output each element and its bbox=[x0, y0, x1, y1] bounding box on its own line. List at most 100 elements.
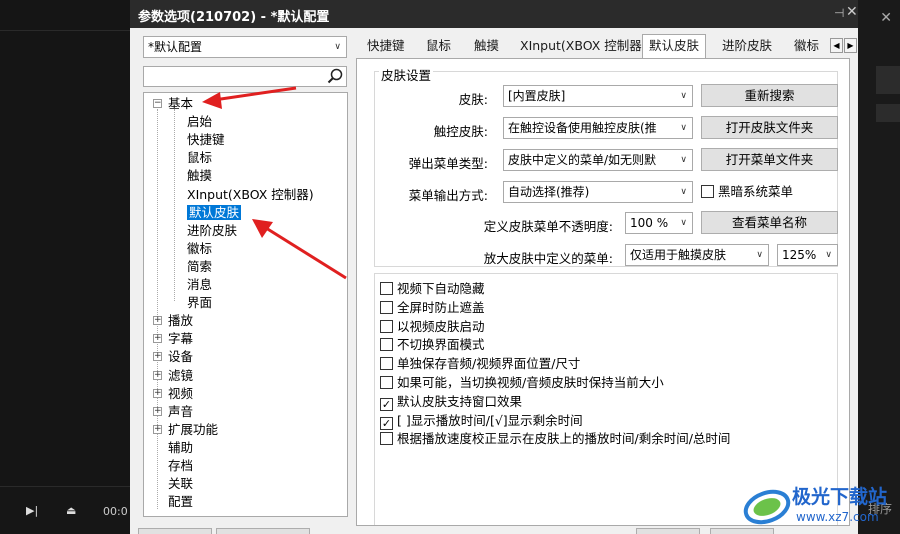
option-checkbox[interactable]: 单独保存音频/视频界面位置/尺寸 bbox=[380, 355, 580, 373]
opacity-select[interactable]: 100 % ∨ bbox=[625, 212, 693, 234]
tree-item[interactable]: 默认皮肤 bbox=[187, 204, 242, 222]
dialog-titlebar[interactable]: 参数选项(210702) - *默认配置 ⊣ ✕ bbox=[130, 0, 858, 28]
opacity-label: 定义皮肤菜单不透明度: bbox=[483, 219, 613, 234]
option-label: 如果可能，当切换视频/音频皮肤时保持当前大小 bbox=[397, 375, 664, 390]
player-right-panel: ✕ bbox=[858, 0, 900, 534]
profile-select[interactable]: *默认配置 ∨ bbox=[143, 36, 347, 58]
tree-item[interactable]: + 视频 bbox=[153, 385, 193, 403]
checkbox-checked-icon[interactable]: ✓ bbox=[380, 397, 393, 411]
tree-item[interactable]: 快捷键 bbox=[187, 131, 225, 149]
tab-xinput[interactable]: XInput(XBOX 控制器) bbox=[520, 36, 647, 58]
tree-item[interactable]: 界面 bbox=[187, 294, 212, 312]
checkbox-box[interactable] bbox=[380, 282, 393, 295]
research-button[interactable]: 重新搜索 bbox=[701, 84, 838, 107]
eject-icon[interactable]: ⏏ bbox=[66, 504, 76, 517]
tree-item-label: 声音 bbox=[168, 403, 194, 419]
option-checkbox[interactable]: 以视频皮肤启动 bbox=[380, 318, 485, 336]
tree-item[interactable]: 关联 bbox=[168, 475, 193, 493]
view-menu-name-button[interactable]: 查看菜单名称 bbox=[701, 211, 838, 234]
expand-icon[interactable]: + bbox=[153, 370, 162, 380]
search-input[interactable] bbox=[143, 66, 347, 87]
option-checkbox[interactable]: 不切换界面模式 bbox=[380, 336, 485, 354]
bottom-left-button-2[interactable] bbox=[216, 528, 310, 534]
dark-menu-checkbox[interactable]: 黑暗系统菜单 bbox=[701, 183, 793, 201]
tree-item[interactable]: 启始 bbox=[187, 113, 212, 131]
option-checkbox[interactable]: 视频下自动隐藏 bbox=[380, 280, 485, 298]
next-track-icon[interactable]: ▶| bbox=[26, 504, 38, 517]
tree-item[interactable]: + 播放 bbox=[153, 312, 193, 330]
tab-advanced-skin[interactable]: 进阶皮肤 bbox=[722, 36, 772, 58]
zoom-mode-select[interactable]: 仅适用于触摸皮肤 ∨ bbox=[625, 244, 769, 266]
skin-select[interactable]: [内置皮肤] ∨ bbox=[503, 85, 693, 107]
checkbox-box[interactable] bbox=[380, 432, 393, 446]
tree-item[interactable]: 配置 bbox=[168, 493, 193, 511]
tree-item[interactable]: 进阶皮肤 bbox=[187, 222, 237, 240]
tree-item[interactable]: − 基本 bbox=[153, 95, 194, 113]
tree-item-label: 消息 bbox=[187, 277, 213, 292]
tree-item-label: 徽标 bbox=[187, 240, 213, 256]
checkbox-box[interactable] bbox=[380, 319, 393, 333]
tree-item[interactable]: + 设备 bbox=[153, 348, 193, 366]
tree-item[interactable]: 简索 bbox=[187, 258, 212, 276]
checkbox-box[interactable] bbox=[380, 376, 393, 389]
expand-icon[interactable]: + bbox=[153, 316, 162, 326]
pin-icon[interactable]: ⊣ bbox=[834, 6, 844, 20]
option-checkbox[interactable]: 如果可能，当切换视频/音频皮肤时保持当前大小 bbox=[380, 374, 664, 392]
tree-item[interactable]: 辅助 bbox=[168, 439, 193, 457]
tree-item[interactable]: + 扩展功能 bbox=[153, 421, 218, 439]
checkbox-box[interactable] bbox=[701, 185, 714, 198]
default-skin-panel: 皮肤设置 皮肤: [内置皮肤] ∨ 重新搜索 触控皮肤: 在触控设备使用触控皮肤(… bbox=[356, 58, 850, 526]
tab-hotkeys[interactable]: 快捷键 bbox=[367, 36, 405, 58]
open-menu-folder-button[interactable]: 打开菜单文件夹 bbox=[701, 148, 838, 171]
touch-skin-select[interactable]: 在触控设备使用触控皮肤(推 ∨ bbox=[503, 117, 693, 139]
bottom-button-3[interactable] bbox=[636, 528, 700, 534]
tree-item-label: 配置 bbox=[168, 494, 194, 510]
checkbox-checked-icon[interactable]: ✓ bbox=[380, 416, 393, 430]
player-close-icon[interactable]: ✕ bbox=[880, 10, 892, 26]
collapse-icon[interactable]: − bbox=[153, 99, 162, 108]
option-checkbox[interactable]: 全屏时防止遮盖 bbox=[380, 299, 485, 317]
tree-item-label: 基本 bbox=[168, 96, 194, 111]
option-label: 全屏时防止遮盖 bbox=[397, 299, 485, 315]
expand-icon[interactable]: + bbox=[153, 334, 162, 344]
tree-item[interactable]: 消息 bbox=[187, 276, 212, 294]
checkbox-box[interactable] bbox=[380, 338, 393, 352]
tree-item-label: 关联 bbox=[168, 476, 194, 492]
popup-menu-select[interactable]: 皮肤中定义的菜单/如无则默 ∨ bbox=[503, 149, 693, 171]
tab-default-skin[interactable]: 默认皮肤 bbox=[642, 34, 707, 58]
checkbox-box[interactable] bbox=[380, 357, 393, 371]
tab-scroll-right-icon[interactable]: ▶ bbox=[844, 38, 857, 53]
watermark-url: www.xz7.com bbox=[796, 510, 879, 524]
option-label: [ ]显示播放时间/[√]显示剩余时间 bbox=[397, 412, 583, 428]
tree-item[interactable]: + 滤镜 bbox=[153, 367, 194, 385]
tree-item[interactable]: + 字幕 bbox=[153, 330, 193, 348]
tree-item[interactable]: XInput(XBOX 控制器) bbox=[187, 186, 314, 204]
dialog-title: 参数选项(210702) - *默认配置 bbox=[138, 10, 330, 25]
tab-scroll-left-icon[interactable]: ◀ bbox=[830, 38, 843, 53]
option-checkbox[interactable]: ✓ [ ]显示播放时间/[√]显示剩余时间 bbox=[380, 412, 583, 430]
zoom-percent-select[interactable]: 125% ∨ bbox=[777, 244, 838, 266]
bottom-left-button[interactable] bbox=[138, 528, 212, 534]
option-label: 根据播放速度校正显示在皮肤上的播放时间/剩余时间/总时间 bbox=[397, 431, 731, 447]
expand-icon[interactable]: + bbox=[153, 352, 162, 362]
expand-icon[interactable]: + bbox=[153, 406, 162, 416]
option-checkbox[interactable]: ✓ 默认皮肤支持窗口效果 bbox=[380, 393, 522, 411]
option-checkbox[interactable]: 根据播放速度校正显示在皮肤上的播放时间/剩余时间/总时间 bbox=[380, 430, 730, 448]
tab-logo[interactable]: 徽标 bbox=[794, 36, 819, 58]
tree-item[interactable]: 存档 bbox=[168, 457, 193, 475]
tree-item[interactable]: 触摸 bbox=[187, 167, 212, 185]
chevron-down-icon: ∨ bbox=[680, 218, 687, 228]
tree-item[interactable]: + 声音 bbox=[153, 403, 194, 421]
tree-item-label: 滤镜 bbox=[168, 367, 194, 383]
tab-mouse[interactable]: 鼠标 bbox=[426, 36, 451, 58]
checkbox-box[interactable] bbox=[380, 300, 393, 314]
search-icon[interactable] bbox=[326, 67, 344, 85]
expand-icon[interactable]: + bbox=[153, 388, 162, 398]
open-skin-folder-button[interactable]: 打开皮肤文件夹 bbox=[701, 116, 838, 139]
menu-output-select[interactable]: 自动选择(推荐) ∨ bbox=[503, 181, 693, 203]
dialog-close-icon[interactable]: ✕ bbox=[846, 4, 858, 20]
tree-item[interactable]: 鼠标 bbox=[187, 149, 212, 167]
expand-icon[interactable]: + bbox=[153, 424, 162, 434]
tab-touch[interactable]: 触摸 bbox=[474, 36, 499, 58]
tree-item[interactable]: 徽标 bbox=[187, 240, 212, 258]
